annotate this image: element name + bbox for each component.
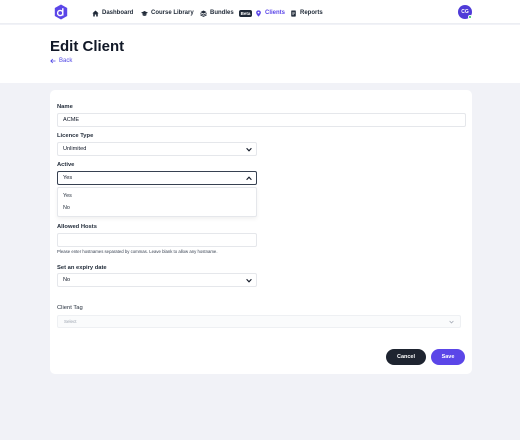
active-dropdown-menu: Yes No [57,187,257,217]
nav-item-dashboard[interactable]: Dashboard [92,8,133,18]
chevron-down-icon [449,320,454,324]
licence-type-label: Licence Type [57,133,94,139]
nav-item-clients[interactable]: Clients [255,8,285,18]
nav-label-course-library: Course Library [151,10,194,16]
name-input-value: ACME [63,117,80,123]
expiry-select[interactable]: No [57,273,257,287]
client-tag-placeholder: Select [64,319,77,324]
nav-label-reports: Reports [300,10,323,16]
nav-label-dashboard: Dashboard [102,10,134,16]
active-value: Yes [63,175,73,181]
map-pin-icon [256,9,261,17]
nav-label-bundles: Bundles [210,10,234,16]
allowed-hosts-label: Allowed Hosts [57,224,97,230]
allowed-hosts-input[interactable] [57,233,257,247]
name-label: Name [57,104,73,110]
page-header: Edit Client Back [0,25,520,83]
client-tag-select[interactable]: Select [57,315,461,328]
nav-item-course-library[interactable]: Course Library [141,8,194,18]
graduation-cap-icon [141,10,148,16]
layers-icon [200,10,207,17]
back-link-label: Back [59,58,73,64]
save-button[interactable]: Save [431,349,465,365]
online-status-dot [468,15,472,19]
nav-label-clients: Clients [265,10,286,16]
cancel-button[interactable]: Cancel [386,349,426,365]
app-logo-icon[interactable] [54,4,68,20]
chevron-up-icon [246,176,252,181]
document-icon [291,9,296,17]
page-title: Edit Client [50,38,125,55]
active-label: Active [57,162,75,168]
active-select[interactable]: Yes [57,171,257,185]
back-link[interactable]: Back [50,58,72,64]
home-icon [92,10,99,16]
edit-client-form-card: Name ACME Licence Type Unlimited Active … [50,90,472,374]
client-tag-label: Client Tag [57,305,83,311]
expiry-label: Set an expiry date [57,265,107,271]
expiry-value: No [63,277,71,283]
beta-badge: Beta [238,9,253,17]
top-navigation: Dashboard Course Library Bundles Beta Cl… [0,0,520,24]
active-option-yes[interactable]: Yes [63,193,72,199]
active-option-no[interactable]: No [63,205,70,211]
licence-type-value: Unlimited [63,146,87,152]
nav-item-bundles[interactable]: Bundles Beta [200,8,253,18]
licence-type-select[interactable]: Unlimited [57,142,257,156]
chevron-down-icon [246,278,252,283]
arrow-left-icon [50,58,56,64]
allowed-hosts-help-text: Please enter hostnames separated by comm… [57,249,218,254]
chevron-down-icon [246,147,252,152]
name-input[interactable]: ACME [57,113,466,127]
nav-item-reports[interactable]: Reports [290,8,323,18]
